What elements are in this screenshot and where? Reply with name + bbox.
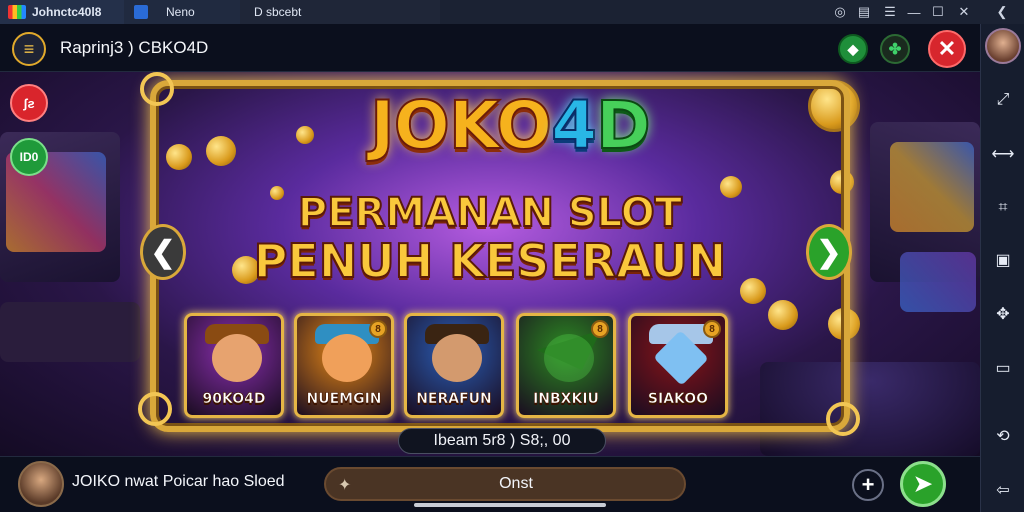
game-badge: 8	[703, 320, 721, 338]
close-icon[interactable]: ✕	[954, 2, 974, 22]
next-slide-button[interactable]: ❯	[806, 224, 852, 280]
menu-icon[interactable]: ≡	[12, 32, 46, 66]
shake-icon[interactable]: ⟲	[989, 422, 1017, 450]
game-badge: 8	[591, 320, 609, 338]
window-title-bar: Johnctc40l8 Neno D sbcebt ◎ ▤ ☰ — ☐ ✕ ❮	[0, 0, 1024, 24]
app-header: ≡ Raprinj3 ) CBKO4D ◆ ✤ ✕	[0, 24, 980, 72]
game-title: NUEMGIN	[306, 391, 382, 408]
back-icon[interactable]: ❮	[992, 2, 1012, 22]
user-avatar[interactable]	[985, 28, 1021, 64]
game-title: INBXKIU	[533, 391, 599, 408]
game-title: SIAKOO	[647, 391, 709, 408]
screenshot-icon[interactable]: ▣	[989, 246, 1017, 274]
link-icon[interactable]: ⟷	[989, 140, 1017, 168]
bottom-bar: JOIKO nwat Poicar hao Sloed ✦ + ➤	[0, 456, 980, 512]
maximize-icon[interactable]: ☐	[928, 2, 948, 22]
expand-icon[interactable]: ⤢	[989, 86, 1017, 114]
game-card[interactable]: 8 SIAKOO	[628, 313, 728, 418]
game-title: 90KO4D	[202, 391, 266, 408]
tab-sbcebt[interactable]: D sbcebt	[240, 0, 440, 24]
game-card[interactable]: 8 INBXKIU	[516, 313, 616, 418]
clover-icon[interactable]: ✤	[880, 34, 910, 64]
send-arrow-icon[interactable]: ➤	[900, 461, 946, 507]
close-button[interactable]: ✕	[928, 30, 966, 68]
app-logo-icon	[8, 5, 26, 19]
plus-icon[interactable]: +	[852, 469, 884, 501]
tab-label: Johnctc40l8	[32, 5, 102, 19]
game-badge: 8	[369, 320, 387, 338]
chevron-left-icon: ❮	[150, 235, 176, 269]
game-banner: ʃƨ ID0 JOKO4D PERMANAN SLOT PENUH KESERA…	[0, 72, 980, 456]
logo-text-4: 4	[550, 86, 598, 165]
game-card[interactable]: NERAFUN	[404, 313, 504, 418]
frame-ornament	[140, 72, 174, 106]
game-title: NERAFUN	[416, 391, 492, 408]
emulator-sidebar: ⤢ ⟷ ⌗ ▣ ✥ ▭ ⟲ ⇦	[980, 24, 1024, 512]
prev-slide-button[interactable]: ❮	[140, 224, 186, 280]
logo-text-joko: JOKO	[369, 86, 553, 165]
headline-line-1: PERMANAN SLOT	[297, 189, 683, 237]
tab-label: Neno	[166, 5, 195, 19]
chat-message: JOIKO nwat Poicar hao Sloed	[72, 473, 285, 490]
home-icon	[134, 5, 148, 19]
game-emblem	[544, 334, 594, 382]
chat-input[interactable]	[366, 469, 666, 499]
arcade-console	[0, 302, 140, 362]
record-icon[interactable]: ◎	[830, 2, 850, 22]
move-icon[interactable]: ✥	[989, 300, 1017, 328]
diamond-icon[interactable]: ◆	[838, 34, 868, 64]
folder-icon[interactable]: ▭	[989, 354, 1017, 382]
chevron-right-icon: ❯	[816, 235, 842, 269]
arcade-screen	[900, 252, 976, 312]
frame-ornament	[138, 392, 172, 426]
character-face	[432, 334, 482, 382]
frame-ornament	[826, 402, 860, 436]
tab-label: D sbcebt	[254, 5, 302, 19]
chat-input-container: ✦	[324, 467, 686, 501]
joko4d-logo: JOKO4D	[320, 86, 700, 166]
back-arrow-icon[interactable]: ⇦	[989, 476, 1017, 504]
promo-button[interactable]: ʃƨ	[10, 84, 48, 122]
page-title: Raprinj3 ) CBKO4D	[60, 38, 209, 57]
crop-icon[interactable]: ⌗	[989, 194, 1017, 222]
tab-neno[interactable]: Neno	[124, 0, 240, 24]
tab-app[interactable]: Johnctc40l8	[0, 0, 124, 24]
id-label: ID0	[19, 150, 39, 164]
logo-text-d: D	[595, 86, 652, 165]
arcade-screen	[890, 142, 974, 232]
minimize-icon[interactable]: —	[904, 2, 924, 22]
character-face	[212, 334, 262, 382]
promo-label: ʃƨ	[23, 95, 35, 111]
balance-display: Ibeam 5r8 ) S8;, 00	[398, 428, 606, 454]
character-face	[322, 334, 372, 382]
game-card[interactable]: 90KO4D	[184, 313, 284, 418]
page-icon[interactable]: ▤	[854, 2, 874, 22]
sparkle-icon: ✦	[338, 477, 352, 494]
avatar[interactable]	[18, 461, 64, 507]
scroll-indicator	[414, 503, 606, 507]
id-button[interactable]: ID0	[10, 138, 48, 176]
game-card[interactable]: 8 NUEMGIN	[294, 313, 394, 418]
menu-icon[interactable]: ☰	[880, 2, 900, 22]
headline-line-2: PENUH KESERAUN	[253, 233, 728, 289]
